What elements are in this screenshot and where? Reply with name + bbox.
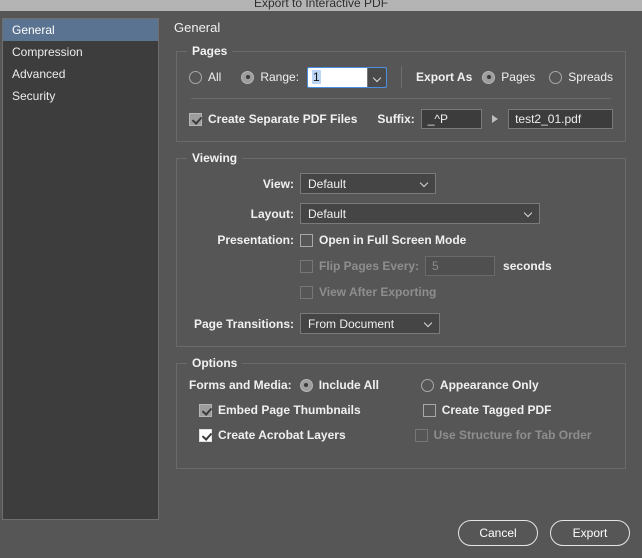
pages-range-row: All Range: 1 Export As Pages Spreads	[189, 66, 613, 88]
acrobat-layers-taborder-row: Create Acrobat Layers Use Structure for …	[189, 428, 613, 442]
open-fullscreen-label: Open in Full Screen Mode	[319, 233, 466, 247]
page-title: General	[174, 20, 636, 35]
page-transitions-row: Page Transitions: From Document	[189, 313, 613, 334]
radio-export-spreads[interactable]	[549, 71, 562, 84]
radio-include-all-label: Include All	[319, 378, 379, 392]
view-after-export-row: View After Exporting	[189, 285, 613, 299]
export-interactive-pdf-dialog: Export to Interactive PDF General Compre…	[0, 0, 642, 558]
radio-export-pages-label: Pages	[501, 70, 535, 84]
settings-main-panel: General Pages All Range: 1 Export As Pag…	[168, 20, 636, 485]
sidebar-item-general[interactable]: General	[3, 19, 158, 41]
presentation-label: Presentation:	[189, 233, 294, 247]
separate-pdf-row: Create Separate PDF Files Suffix: _^P te…	[189, 109, 613, 129]
suffix-label: Suffix:	[377, 112, 414, 126]
layout-row: Layout: Default	[189, 203, 613, 224]
filename-preview: test2_01.pdf	[508, 109, 613, 129]
dialog-title: Export to Interactive PDF	[0, 0, 642, 10]
export-as-label: Export As	[416, 70, 472, 84]
page-transitions-label: Page Transitions:	[189, 317, 294, 331]
dialog-footer: Cancel Export	[458, 520, 630, 546]
checkbox-view-after-exporting	[300, 286, 313, 299]
flip-pages-interval-input: 5	[425, 256, 495, 276]
checkbox-flip-pages	[300, 260, 313, 273]
seconds-label: seconds	[503, 259, 552, 273]
suffix-input[interactable]: _^P	[421, 109, 482, 129]
sidebar-item-compression[interactable]: Compression	[3, 41, 158, 63]
forms-media-row: Forms and Media: Include All Appearance …	[189, 378, 613, 392]
create-separate-pdf-label: Create Separate PDF Files	[208, 112, 357, 126]
view-select[interactable]: Default	[300, 173, 436, 194]
radio-range-label: Range:	[260, 70, 299, 84]
embed-page-thumbnails-label: Embed Page Thumbnails	[218, 403, 361, 417]
radio-all[interactable]	[189, 71, 202, 84]
checkbox-open-fullscreen[interactable]	[300, 234, 313, 247]
sidebar-item-label: Advanced	[12, 67, 65, 81]
options-group: Options Forms and Media: Include All App…	[176, 363, 626, 469]
checkbox-use-structure-tab-order	[415, 429, 428, 442]
pages-section-separator	[191, 98, 611, 99]
sidebar-item-advanced[interactable]: Advanced	[3, 63, 158, 85]
forms-and-media-label: Forms and Media:	[189, 378, 292, 392]
cancel-button[interactable]: Cancel	[458, 520, 538, 546]
radio-all-label: All	[208, 70, 221, 84]
range-combo[interactable]: 1	[307, 67, 387, 88]
range-input-value: 1	[312, 70, 321, 84]
radio-export-spreads-label: Spreads	[568, 70, 613, 84]
presentation-row: Presentation: Open in Full Screen Mode	[189, 233, 613, 247]
sidebar-item-label: General	[12, 23, 55, 37]
pages-group: Pages All Range: 1 Export As Pages Sprea…	[176, 51, 626, 142]
sidebar-item-security[interactable]: Security	[3, 85, 158, 107]
view-after-exporting-label: View After Exporting	[319, 285, 436, 299]
layout-select[interactable]: Default	[300, 203, 540, 224]
radio-appearance-only[interactable]	[421, 379, 434, 392]
dialog-titlebar: Export to Interactive PDF	[0, 0, 642, 11]
flip-pages-label: Flip Pages Every:	[319, 259, 419, 273]
create-acrobat-layers-label: Create Acrobat Layers	[218, 428, 346, 442]
checkbox-create-tagged-pdf[interactable]	[423, 404, 436, 417]
radio-export-pages[interactable]	[482, 71, 495, 84]
checkbox-create-acrobat-layers[interactable]	[199, 429, 212, 442]
range-input[interactable]: 1	[308, 68, 367, 87]
use-structure-tab-order-label: Use Structure for Tab Order	[434, 428, 592, 442]
thumbnails-tagged-row: Embed Page Thumbnails Create Tagged PDF	[189, 403, 613, 417]
create-tagged-pdf-label: Create Tagged PDF	[442, 403, 552, 417]
settings-category-sidebar: General Compression Advanced Security	[2, 18, 159, 520]
viewing-group: Viewing View: Default Layout: Default Pr…	[176, 158, 626, 347]
radio-include-all[interactable]	[300, 379, 313, 392]
view-label: View:	[189, 177, 294, 191]
flip-pages-row: Flip Pages Every: 5 seconds	[189, 256, 613, 276]
layout-label: Layout:	[189, 207, 294, 221]
radio-range[interactable]	[241, 71, 254, 84]
pages-group-legend: Pages	[187, 44, 232, 58]
sidebar-item-label: Security	[12, 89, 55, 103]
play-arrow-icon	[492, 115, 498, 123]
export-button[interactable]: Export	[550, 520, 630, 546]
chevron-down-icon[interactable]	[367, 68, 386, 87]
checkbox-create-separate-pdf[interactable]	[189, 113, 202, 126]
options-group-legend: Options	[187, 356, 242, 370]
page-transitions-select[interactable]: From Document	[300, 313, 440, 334]
sidebar-item-label: Compression	[12, 45, 83, 59]
checkbox-embed-page-thumbnails[interactable]	[199, 404, 212, 417]
pages-divider	[401, 66, 402, 88]
viewing-group-legend: Viewing	[187, 151, 242, 165]
radio-appearance-only-label: Appearance Only	[440, 378, 539, 392]
view-row: View: Default	[189, 173, 613, 194]
